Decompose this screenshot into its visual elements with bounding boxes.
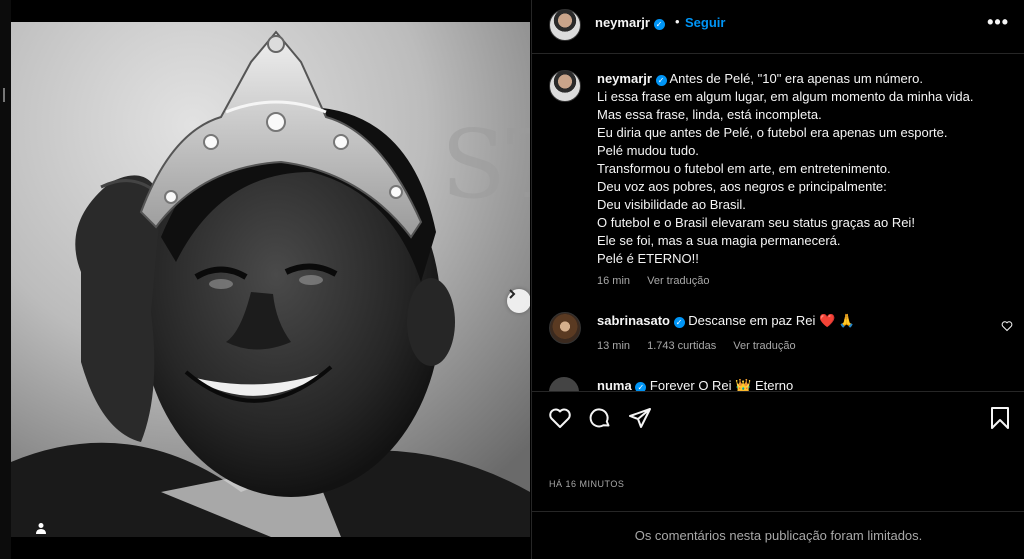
user-icon [36, 523, 46, 534]
like-button[interactable] [548, 406, 572, 435]
caption-time[interactable]: 16 min [597, 275, 630, 287]
comment-username[interactable]: numa [597, 378, 632, 391]
caption-line: Eu diria que antes de Pelé, o futebol er… [597, 125, 948, 140]
backdrop-letters: ST [441, 110, 530, 220]
caption-username[interactable]: neymarjr [597, 71, 652, 86]
bookmark-icon [991, 407, 1009, 429]
left-edge-strip [0, 0, 11, 559]
comment-username[interactable]: sabrinasato [597, 313, 670, 328]
photo-illustration: ST [11, 22, 530, 537]
edge-tick [3, 88, 5, 102]
header-username-text[interactable]: neymarjr [595, 15, 650, 30]
share-button[interactable] [628, 406, 652, 435]
comment-button[interactable] [588, 406, 612, 435]
caption-line: Ele se foi, mas a sua magia permanecerá. [597, 233, 841, 248]
caption-line-text: Antes de Pelé, "10" era apenas um número… [669, 71, 923, 86]
media-bottom-bar [11, 537, 530, 559]
caption-line: Pelé mudou tudo. [597, 143, 699, 158]
caption-line: Mas essa frase, linda, está incompleta. [597, 107, 822, 122]
header-separator: • [675, 14, 680, 29]
comment-bubble-icon [589, 408, 610, 428]
caption-line: Transformou o futebol em arte, em entret… [597, 161, 891, 176]
comment-likes[interactable]: 1.743 curtidas [647, 340, 716, 352]
verified-badge-icon: ✓ [635, 382, 647, 391]
verified-badge-icon: ✓ [655, 75, 667, 86]
next-photo-button[interactable] [507, 289, 530, 313]
comment-item: sabrinasato ✓ Descanse em paz Rei ❤️ 🙏 [597, 313, 855, 329]
header-username[interactable]: neymarjr ✓ [595, 15, 665, 30]
caption-meta: 16 min Ver tradução [597, 275, 723, 287]
verified-badge-icon: ✓ [673, 317, 685, 328]
avatar[interactable] [549, 9, 581, 41]
caption-translate-link[interactable]: Ver tradução [647, 275, 709, 287]
comment-text: Forever O Rei 👑 Eterno [649, 378, 794, 391]
caption-line: neymarjr ✓ Antes de Pelé, "10" era apena… [597, 70, 1012, 88]
caption-avatar[interactable] [549, 70, 581, 102]
comment-translate-link[interactable]: Ver tradução [733, 340, 795, 352]
post-details-panel: neymarjr ✓ • Seguir ••• neymarjr ✓ Antes… [531, 0, 1024, 559]
caption-line: Deu visibilidade ao Brasil. [597, 197, 746, 212]
heart-outline-icon [1001, 321, 1013, 332]
follow-button[interactable]: Seguir [685, 15, 725, 30]
save-button[interactable] [989, 406, 1011, 435]
post-photo[interactable]: ST [11, 22, 530, 537]
comment-avatar[interactable] [549, 377, 579, 391]
comments-area[interactable]: neymarjr ✓ Antes de Pelé, "10" era apena… [532, 55, 1024, 391]
caption-line: Li essa frase em algum lugar, em algum m… [597, 89, 974, 104]
post-caption: neymarjr ✓ Antes de Pelé, "10" era apena… [597, 70, 1012, 268]
more-options-icon[interactable]: ••• [987, 12, 1009, 33]
comment-emoji: ❤️ 🙏 [819, 313, 856, 328]
comments-limited-notice: Os comentários nesta publicação foram li… [532, 511, 1024, 559]
paper-plane-icon [629, 408, 651, 428]
caption-line: Pelé é ETERNO!! [597, 251, 699, 266]
verified-badge-icon: ✓ [653, 19, 665, 30]
post-header: neymarjr ✓ • Seguir ••• [532, 0, 1024, 54]
caption-line: Deu voz aos pobres, aos negros e princip… [597, 179, 887, 194]
comment-like-button[interactable] [1001, 319, 1013, 337]
post-actions: HÁ 16 MINUTOS [532, 391, 1024, 511]
heart-icon [549, 408, 571, 428]
comment-time[interactable]: 13 min [597, 340, 630, 352]
comment-avatar[interactable] [549, 312, 581, 344]
comment-item: numa ✓ Forever O Rei 👑 Eterno [597, 378, 793, 391]
post-timestamp: HÁ 16 MINUTOS [549, 479, 625, 489]
chevron-right-icon [509, 289, 516, 299]
caption-line: O futebol e o Brasil elevaram seu status… [597, 215, 915, 230]
comment-text: Descanse em paz Rei [688, 313, 816, 328]
comment-meta: 13 min 1.743 curtidas Ver tradução [597, 340, 810, 352]
